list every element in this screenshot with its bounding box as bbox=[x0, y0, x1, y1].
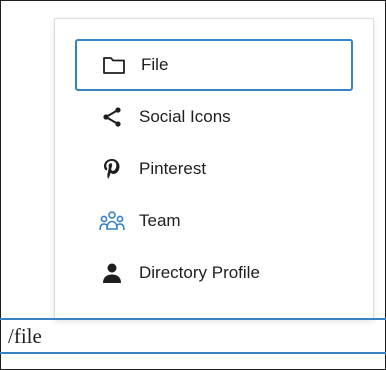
inserter-item-file[interactable]: File bbox=[75, 39, 353, 91]
inserter-item-label: Pinterest bbox=[139, 159, 207, 178]
inserter-item-label: Team bbox=[139, 211, 181, 230]
inserter-item-pinterest[interactable]: Pinterest bbox=[75, 143, 353, 195]
inserter-item-social-icons[interactable]: Social Icons bbox=[75, 91, 353, 143]
inserter-item-label: Social Icons bbox=[139, 107, 231, 126]
person-icon bbox=[99, 260, 125, 286]
folder-icon bbox=[101, 52, 127, 78]
inserter-item-label: File bbox=[141, 55, 169, 74]
inserter-item-directory-profile[interactable]: Directory Profile bbox=[75, 247, 353, 299]
inserter-item-team[interactable]: Team bbox=[75, 195, 353, 247]
paragraph-block[interactable]: /file bbox=[0, 314, 386, 354]
block-inserter-popover: File Social Icons Pinterest Team Directo… bbox=[54, 18, 374, 320]
block-outline-top bbox=[0, 318, 386, 320]
share-icon bbox=[99, 104, 125, 130]
paragraph-input[interactable]: /file bbox=[8, 324, 42, 349]
block-outline-bottom bbox=[0, 352, 386, 354]
pinterest-icon bbox=[99, 156, 125, 182]
team-icon bbox=[99, 208, 125, 234]
inserter-item-label: Directory Profile bbox=[139, 263, 260, 282]
